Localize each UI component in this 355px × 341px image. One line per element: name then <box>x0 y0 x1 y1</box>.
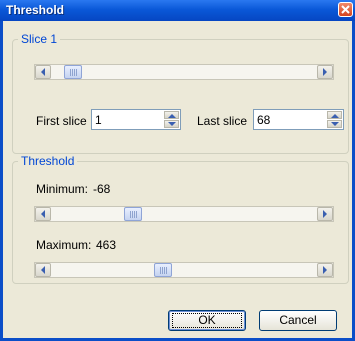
slice-group: Slice 1 <box>12 32 349 154</box>
cancel-button[interactable]: Cancel <box>259 310 337 331</box>
scroll-left-arrow-icon[interactable] <box>35 207 51 221</box>
minimum-scroll-thumb[interactable] <box>124 207 142 221</box>
window-title: Threshold <box>6 3 65 17</box>
first-slice-value[interactable]: 1 <box>95 113 102 127</box>
last-slice-down-icon[interactable] <box>327 120 342 128</box>
minimum-scrollbar[interactable] <box>34 206 334 222</box>
last-slice-label: Last slice <box>197 114 248 128</box>
scroll-left-arrow-icon[interactable] <box>35 263 51 277</box>
last-slice-value[interactable]: 68 <box>257 113 270 127</box>
minimum-label: Minimum: <box>36 182 89 196</box>
maximum-value: 463 <box>96 238 117 252</box>
cancel-button-label: Cancel <box>279 313 317 327</box>
slice-group-label: Slice 1 <box>21 32 58 46</box>
scroll-right-arrow-icon[interactable] <box>317 207 333 221</box>
maximum-scroll-thumb[interactable] <box>154 263 172 277</box>
ok-button-label: OK <box>198 313 216 327</box>
scroll-right-arrow-icon[interactable] <box>317 65 333 79</box>
first-slice-down-icon[interactable] <box>164 120 179 128</box>
threshold-dialog: Threshold Slice 1 First slice 1 Last sli… <box>0 0 355 341</box>
first-slice-label: First slice <box>36 114 87 128</box>
last-slice-up-icon[interactable] <box>327 111 342 119</box>
close-icon[interactable] <box>338 2 353 17</box>
scroll-left-arrow-icon[interactable] <box>35 65 51 79</box>
title-bar[interactable]: Threshold <box>0 0 355 21</box>
maximum-scrollbar[interactable] <box>34 262 334 278</box>
last-slice-stepper[interactable]: 68 <box>253 109 344 130</box>
slice-scroll-thumb[interactable] <box>64 65 82 79</box>
minimum-value: -68 <box>93 182 111 196</box>
ok-button[interactable]: OK <box>168 310 246 331</box>
slice-scrollbar[interactable] <box>34 64 334 80</box>
maximum-label: Maximum: <box>36 238 92 252</box>
scroll-right-arrow-icon[interactable] <box>317 263 333 277</box>
threshold-group-label: Threshold <box>21 154 75 168</box>
first-slice-stepper[interactable]: 1 <box>91 109 181 130</box>
first-slice-up-icon[interactable] <box>164 111 179 119</box>
